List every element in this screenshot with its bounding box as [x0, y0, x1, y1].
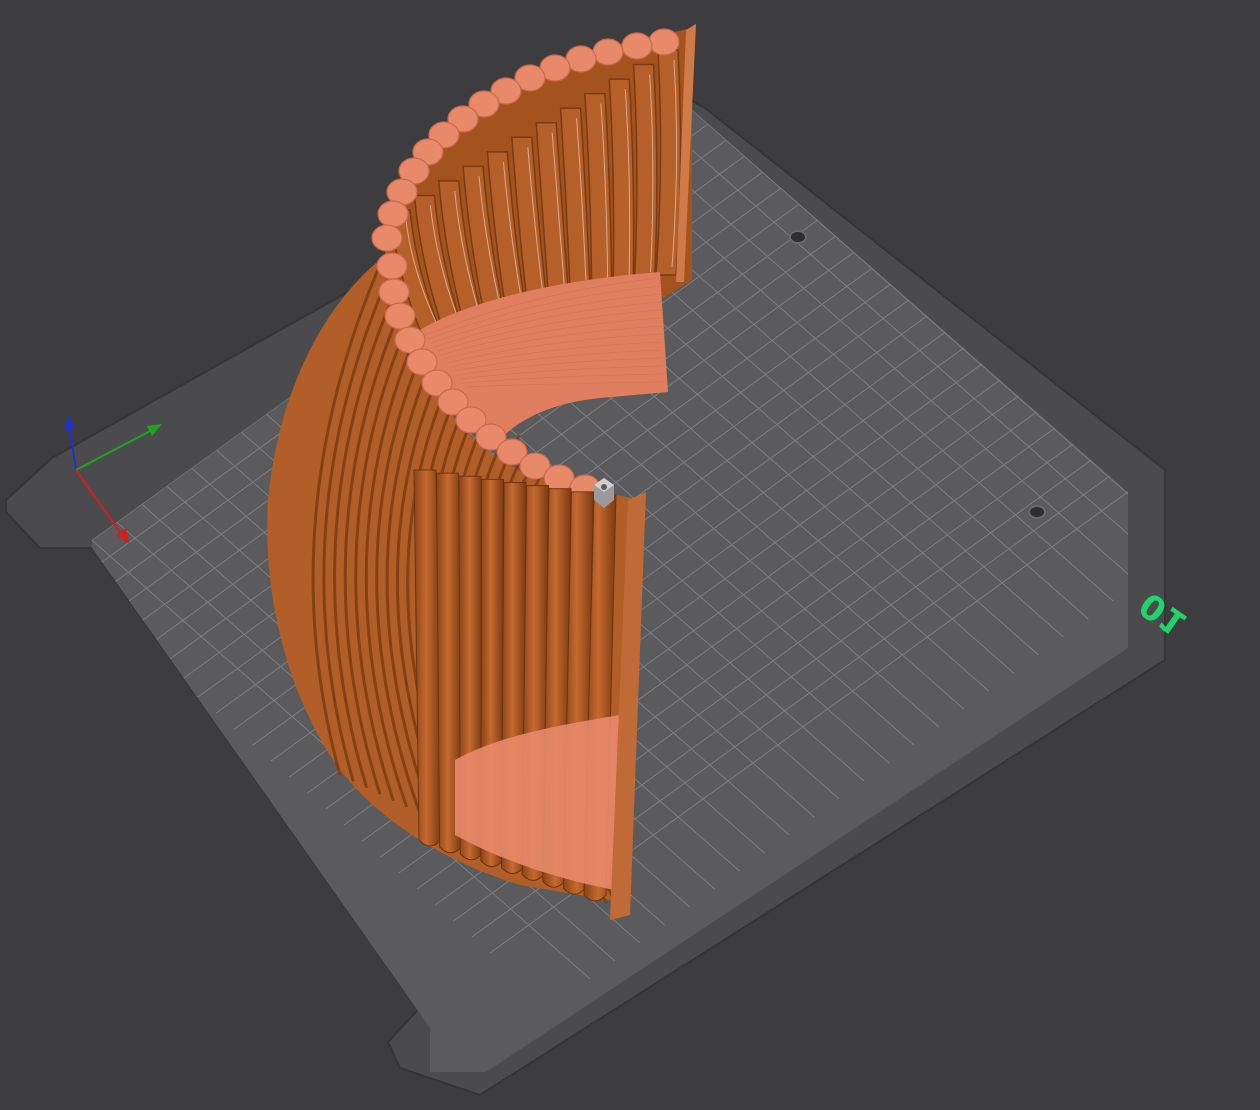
- rim-segment: [648, 28, 680, 56]
- rim-segment: [592, 38, 624, 66]
- scene-canvas[interactable]: 01: [0, 0, 1260, 1110]
- rim-segment: [377, 200, 409, 228]
- z-axis-arrow-icon: [64, 415, 74, 430]
- model-slat: [632, 63, 658, 281]
- 3d-viewport[interactable]: 01: [0, 0, 1260, 1110]
- rim-segment: [376, 252, 408, 280]
- rim-segment: [371, 224, 403, 252]
- model-slat: [608, 78, 635, 286]
- plate-screw-icon: [789, 230, 807, 244]
- rim-segment: [384, 302, 416, 330]
- plate-screw-icon: [1028, 505, 1046, 519]
- rim-segment: [621, 32, 653, 60]
- rim-segment: [378, 278, 410, 306]
